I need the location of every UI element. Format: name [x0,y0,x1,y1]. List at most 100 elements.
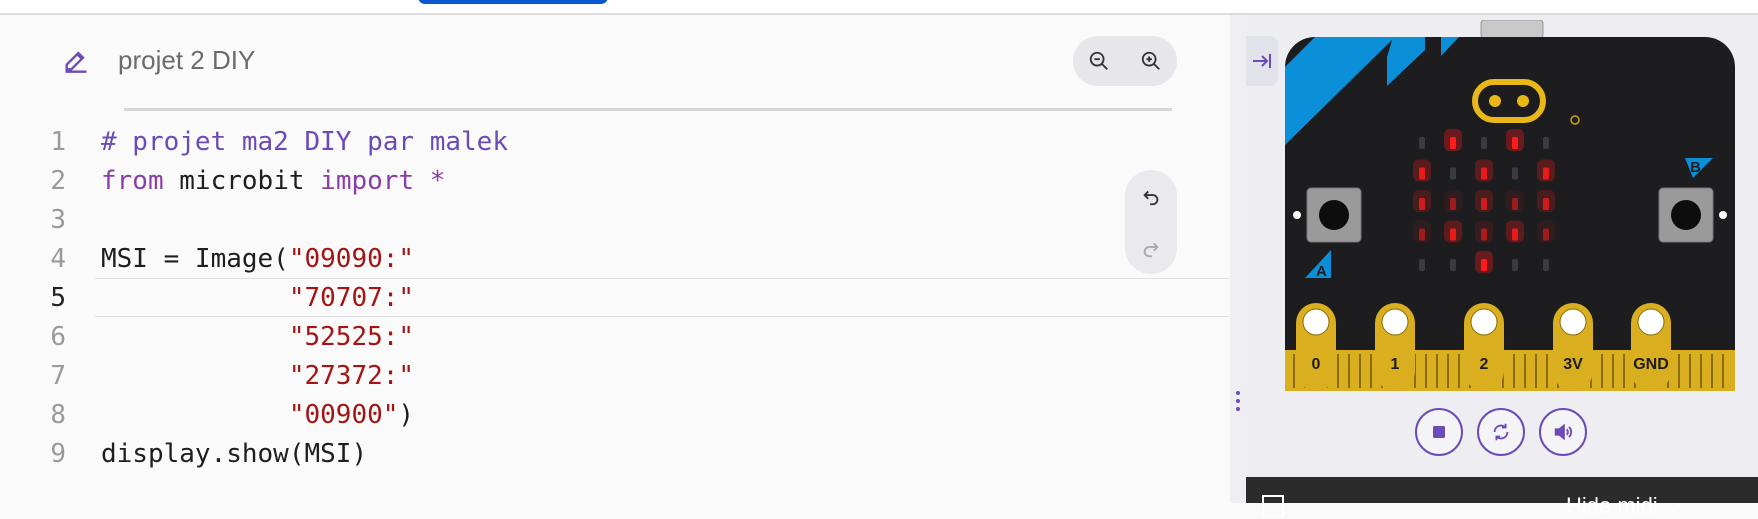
project-name[interactable]: projet 2 DIY [118,45,255,76]
connector-tooth [1524,354,1526,388]
code-token: "70707:" [288,282,415,313]
code-line[interactable]: 2 from microbit import * [0,161,1230,200]
connector-tooth [1337,354,1339,388]
led [1512,198,1518,210]
code-line[interactable]: 8 "00900") [0,395,1230,434]
zoom-out-button[interactable] [1073,36,1125,86]
code-token: * [414,165,446,196]
led [1450,198,1456,210]
pin-hole [1381,308,1409,336]
top-bar [0,0,1758,15]
line-number: 2 [50,165,66,196]
line-source: "00900") [101,400,414,430]
led [1419,228,1425,241]
connector-tooth [1535,354,1537,388]
pin-label: 2 [1480,356,1489,373]
pin-hole [1559,308,1587,336]
led [1481,167,1487,180]
code-token: "09090:" [288,243,415,274]
redo-button[interactable] [1125,222,1177,274]
code-token: MSI = Image( [101,243,289,274]
code-line[interactable]: 9 display.show(MSI) [0,434,1230,473]
usb-connector [1480,20,1544,39]
led [1543,137,1549,149]
connector-tooth [1722,354,1724,388]
zoom-out-icon [1089,51,1108,70]
code-line[interactable]: 7 "27372:" [0,356,1230,395]
sound-button[interactable] [1539,408,1587,456]
undo-button[interactable] [1125,170,1177,222]
led [1543,167,1549,180]
redo-icon [1143,242,1159,258]
connector-tooth [1546,354,1548,388]
led [1481,137,1487,149]
stop-button[interactable] [1415,408,1463,456]
line-number: 8 [50,399,66,430]
simulator-controls [1415,408,1587,456]
project-title-row: projet 2 DIY [62,38,255,82]
code-line[interactable]: 5 "70707:" [0,278,1230,317]
button-b[interactable] [1671,200,1701,230]
line-number: 5 [50,282,66,313]
led [1543,198,1549,210]
line-number: 6 [50,321,66,352]
connector-tooth [1623,354,1625,388]
hide-bar-label: Hide midi... [1566,493,1677,518]
code-token: import [320,165,415,196]
pencil-icon[interactable] [62,46,90,74]
led [1450,167,1456,180]
top-tab-indicator[interactable] [418,0,608,4]
led [1419,167,1425,180]
code-token: # projet ma2 DIY par malek [101,126,508,157]
connector-tooth [1348,354,1350,388]
led [1543,228,1549,241]
button-a[interactable] [1319,200,1349,230]
led [1481,198,1487,210]
led [1450,259,1456,271]
code-token: display.show(MSI) [101,438,368,469]
line-source: # projet ma2 DIY par malek [101,127,508,157]
led [1512,167,1518,180]
code-line[interactable]: 1 # projet ma2 DIY par malek [0,122,1230,161]
connector-tooth [1458,354,1460,388]
hide-checkbox[interactable] [1262,495,1284,517]
connector-tooth [1700,354,1702,388]
hide-simulator-bar[interactable]: Hide midi... [1246,477,1758,518]
collapse-simulator-button[interactable] [1246,36,1278,86]
line-number: 7 [50,360,66,391]
code-token: microbit [163,165,321,196]
connector-tooth [1513,354,1515,388]
connector-tooth [1425,354,1427,388]
connector-tooth [1436,354,1438,388]
connector-tooth [1678,354,1680,388]
pane-resize-handle[interactable] [1230,15,1246,503]
led [1543,259,1549,271]
line-source: MSI = Image("09090:" [101,244,414,274]
pin-label: 3V [1563,356,1583,373]
led [1481,259,1487,271]
zoom-in-icon [1141,51,1160,70]
code-line[interactable]: 6 "52525:" [0,317,1230,356]
line-source: "70707:" [101,283,414,313]
code-token: ) [398,399,415,430]
code-line[interactable]: 3 [0,200,1230,239]
line-number: 1 [50,126,66,157]
button-b-indicator [1719,211,1727,219]
pin-label: 1 [1391,356,1400,373]
led [1481,228,1487,241]
zoom-in-button[interactable] [1125,36,1177,86]
reset-button[interactable] [1477,408,1525,456]
drag-dots-icon [1236,391,1240,415]
pin-label: 0 [1312,356,1321,373]
code-token: from [101,165,164,196]
connector-tooth [1612,354,1614,388]
led [1512,137,1518,149]
pin-hole [1637,308,1665,336]
pin-label: GND [1633,356,1669,373]
connector-tooth [1370,354,1372,388]
code-line[interactable]: 4 MSI = Image("09090:" [0,239,1230,278]
